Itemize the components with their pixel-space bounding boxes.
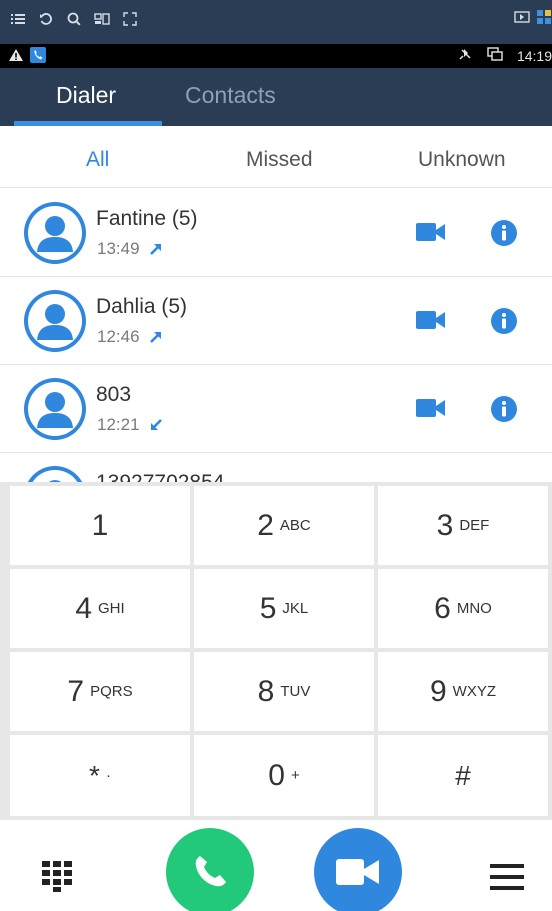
call-name: Fantine (5) [96, 207, 198, 230]
video-call-button[interactable] [314, 828, 402, 911]
dial-keypad: 1 2 ABC 3 DEF 4 GHI 5 JKL 6 MNO 7 PQRS 8… [0, 482, 552, 820]
call-filter-bar: All Missed Unknown [0, 126, 552, 188]
call-history-list: Fantine (5) 13:49 Dahlia (5) 12:46 803 1… [0, 189, 552, 485]
info-icon[interactable] [491, 308, 517, 334]
key-digit: 8 [257, 674, 275, 708]
phone-app-icon [30, 47, 46, 66]
call-name: 803 [96, 383, 132, 406]
key-digit: 4 [75, 591, 92, 625]
call-row[interactable]: Dahlia (5) 12:46 [0, 277, 552, 365]
key-letters: PQRS [90, 683, 133, 700]
key-2[interactable]: 2 ABC [194, 486, 374, 565]
apps-icon [536, 10, 552, 24]
key-9[interactable]: 9 WXYZ [378, 652, 548, 731]
call-time: 12:46 [97, 327, 140, 346]
mute-icon [459, 47, 473, 64]
contact-avatar-icon [24, 202, 86, 264]
key-1[interactable]: 1 [10, 486, 190, 565]
expand-icon [122, 12, 138, 26]
screen-mirror-icon [487, 47, 503, 64]
info-icon[interactable] [491, 396, 517, 422]
key-0[interactable]: 0 + [194, 735, 374, 816]
filter-all[interactable]: All [86, 148, 109, 172]
video-call-icon[interactable] [416, 310, 446, 330]
call-row[interactable]: Fantine (5) 13:49 [0, 189, 552, 277]
search-icon [66, 12, 82, 26]
key-digit: 3 [436, 508, 454, 542]
video-call-icon[interactable] [416, 398, 446, 418]
tab-dialer[interactable]: Dialer [56, 82, 116, 109]
video-call-icon[interactable] [416, 222, 446, 242]
filter-unknown[interactable]: Unknown [418, 148, 506, 172]
key-digit: 0 [268, 758, 285, 792]
voice-call-button[interactable] [166, 828, 254, 911]
key-digit: 9 [429, 674, 447, 708]
key-3[interactable]: 3 DEF [378, 486, 548, 565]
key-star[interactable]: * · [10, 735, 190, 816]
phone-icon [195, 856, 226, 887]
list-icon [10, 12, 26, 26]
key-digit: 7 [67, 674, 85, 708]
filter-missed[interactable]: Missed [246, 148, 313, 172]
key-digit: 1 [91, 508, 109, 542]
key-digit: 6 [434, 591, 451, 625]
key-letters: GHI [98, 600, 125, 617]
key-letters: DEF [459, 517, 490, 534]
outgoing-call-arrow-icon [148, 329, 164, 345]
key-letters: JKL [282, 600, 309, 617]
tab-contacts[interactable]: Contacts [185, 82, 276, 109]
dialpad-icon[interactable] [41, 860, 73, 892]
key-letters: TUV [280, 683, 311, 700]
call-time: 13:49 [97, 239, 140, 258]
settings-icon [94, 12, 110, 26]
key-7[interactable]: 7 PQRS [10, 652, 190, 731]
key-letters: MNO [456, 600, 492, 617]
key-digit: 5 [259, 591, 277, 625]
key-6[interactable]: 6 MNO [378, 569, 548, 648]
key-hash[interactable]: # [378, 735, 548, 816]
video-camera-icon [336, 859, 379, 885]
call-row[interactable]: 13927702854 [0, 453, 552, 485]
warning-icon [8, 48, 24, 65]
key-letters: · [105, 767, 111, 784]
info-icon[interactable] [491, 220, 517, 246]
key-digit: 2 [257, 508, 274, 542]
outgoing-call-arrow-icon [148, 241, 164, 257]
refresh-icon [38, 12, 54, 26]
call-time: 12:21 [97, 415, 140, 434]
contact-avatar-icon [24, 290, 86, 352]
system-notification-bar [0, 0, 552, 44]
contact-avatar-icon [24, 378, 86, 440]
key-letters: ABC [279, 517, 311, 534]
key-4[interactable]: 4 GHI [10, 569, 190, 648]
key-5[interactable]: 5 JKL [194, 569, 374, 648]
key-8[interactable]: 8 TUV [194, 652, 374, 731]
menu-icon[interactable] [490, 862, 524, 892]
status-bar: 14:19 [0, 44, 552, 68]
status-time: 14:19 [516, 47, 552, 64]
key-digit: * [89, 759, 100, 791]
incoming-call-arrow-icon [148, 417, 164, 433]
key-letters: WXYZ [452, 683, 497, 700]
key-digit: # [455, 759, 471, 791]
screen-cast-icon [514, 10, 530, 24]
call-row[interactable]: 803 12:21 [0, 365, 552, 453]
tab-bar: Dialer Contacts [0, 68, 552, 126]
call-action-bar [0, 820, 552, 911]
key-letters: + [290, 767, 300, 784]
call-name: Dahlia (5) [96, 295, 188, 318]
